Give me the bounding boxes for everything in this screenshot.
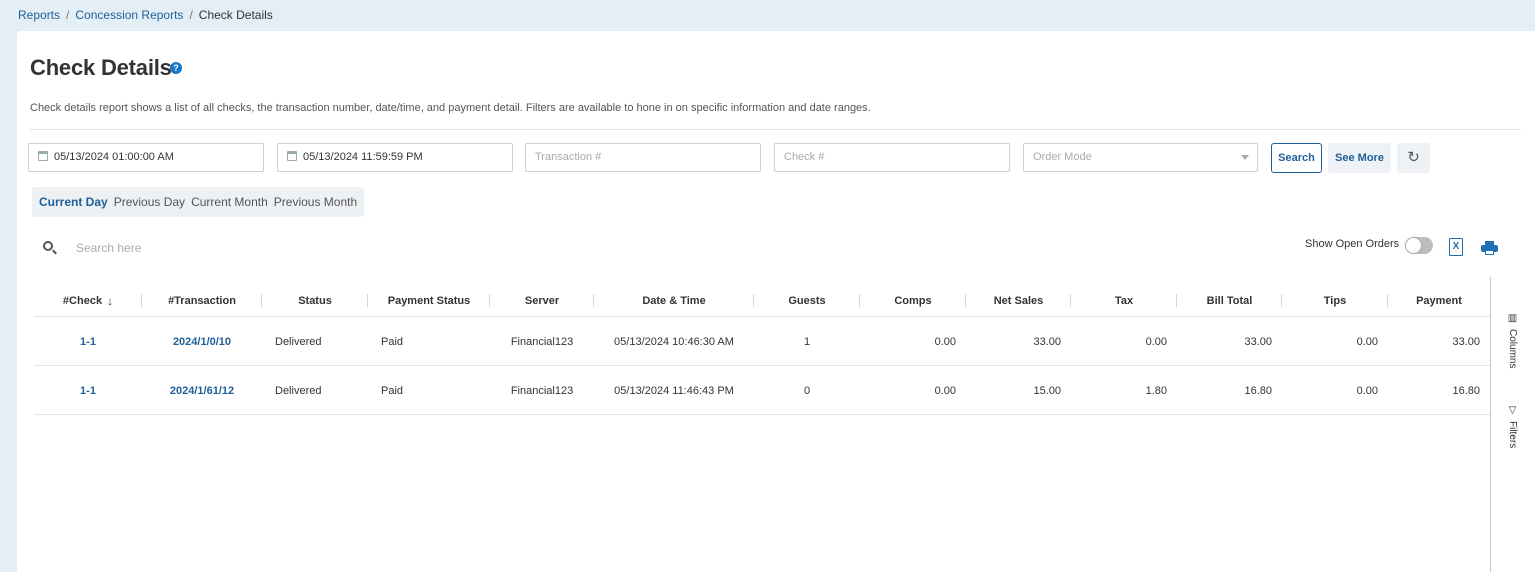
show-open-orders-label: Show Open Orders bbox=[1305, 238, 1400, 250]
guests-cell: 1 bbox=[803, 335, 811, 348]
payment-cell: 16.80 bbox=[1452, 384, 1480, 397]
breadcrumb-concession-reports[interactable]: Concession Reports bbox=[75, 8, 183, 22]
filters-panel-tab[interactable]: ▽ Filters bbox=[1507, 405, 1518, 448]
table-row[interactable]: 1-1 2024/1/61/12 Delivered Paid Financia… bbox=[34, 367, 1490, 415]
filter-icon: ▽ bbox=[1507, 405, 1518, 416]
tips-cell: 0.00 bbox=[1356, 335, 1378, 348]
print-icon[interactable] bbox=[1481, 241, 1498, 255]
page-title: Check Details bbox=[30, 55, 172, 80]
refresh-icon: ↻ bbox=[1407, 149, 1420, 166]
table-row[interactable]: 1-1 2024/1/0/10 Delivered Paid Financial… bbox=[34, 318, 1490, 366]
bill-total-cell: 16.80 bbox=[1244, 384, 1272, 397]
see-more-button[interactable]: See More bbox=[1328, 143, 1391, 173]
breadcrumb-current: Check Details bbox=[198, 8, 273, 22]
breadcrumb-reports[interactable]: Reports bbox=[18, 8, 60, 22]
search-button[interactable]: Search bbox=[1271, 143, 1322, 173]
tab-current-day[interactable]: Current Day bbox=[36, 187, 111, 217]
bill-total-cell: 33.00 bbox=[1244, 335, 1272, 348]
payment-cell: 33.00 bbox=[1452, 335, 1480, 348]
breadcrumb: Reports / Concession Reports / Check Details bbox=[18, 8, 273, 22]
column-header-date-time[interactable]: Date & Time bbox=[594, 285, 754, 316]
column-header-guests[interactable]: Guests bbox=[754, 285, 860, 316]
quick-range-tabs: Current Day Previous Day Current Month P… bbox=[32, 187, 365, 217]
divider bbox=[30, 129, 1521, 130]
net-sales-cell: 33.00 bbox=[1033, 335, 1061, 348]
date-time-cell: 05/13/2024 10:46:30 AM bbox=[614, 335, 734, 348]
tab-current-month[interactable]: Current Month bbox=[188, 187, 271, 217]
column-header-comps[interactable]: Comps bbox=[860, 285, 966, 316]
calendar-icon bbox=[287, 151, 297, 161]
column-header-transaction[interactable]: #Transaction bbox=[142, 285, 262, 316]
start-date-field[interactable]: 05/13/2024 01:00:00 AM bbox=[28, 143, 264, 172]
arrow-down-icon: ↓ bbox=[107, 293, 114, 308]
question-circle-icon[interactable]: ? bbox=[170, 62, 182, 74]
column-header-tips[interactable]: Tips bbox=[1282, 285, 1388, 316]
start-date-value: 05/13/2024 01:00:00 AM bbox=[54, 151, 174, 163]
status-cell: Delivered bbox=[275, 384, 322, 397]
side-tool-panel: ▥ Columns ▽ Filters bbox=[1490, 277, 1535, 572]
tips-cell: 0.00 bbox=[1356, 384, 1378, 397]
page-description: Check details report shows a list of all… bbox=[30, 102, 871, 114]
calendar-icon bbox=[38, 151, 48, 161]
date-time-cell: 05/13/2024 11:46:43 PM bbox=[614, 384, 734, 397]
comps-cell: 0.00 bbox=[934, 335, 956, 348]
show-open-orders-toggle[interactable] bbox=[1405, 237, 1433, 254]
net-sales-cell: 15.00 bbox=[1033, 384, 1061, 397]
server-cell: Financial123 bbox=[510, 384, 574, 397]
comps-cell: 0.00 bbox=[934, 384, 956, 397]
check-number-link[interactable]: 1-1 bbox=[34, 367, 142, 414]
chevron-down-icon bbox=[1241, 155, 1249, 160]
column-header-tax[interactable]: Tax bbox=[1071, 285, 1177, 316]
tab-previous-month[interactable]: Previous Month bbox=[271, 187, 360, 217]
end-date-field[interactable]: 05/13/2024 11:59:59 PM bbox=[277, 143, 513, 172]
column-header-net-sales[interactable]: Net Sales bbox=[966, 285, 1071, 316]
transaction-input[interactable]: Transaction # bbox=[525, 143, 761, 172]
columns-tab-label: Columns bbox=[1507, 329, 1518, 369]
check-number-link[interactable]: 1-1 bbox=[34, 318, 142, 365]
column-header-payment[interactable]: Payment bbox=[1388, 285, 1490, 316]
reset-button[interactable]: ↻ bbox=[1397, 143, 1430, 173]
column-header-payment-status[interactable]: Payment Status bbox=[368, 285, 490, 316]
breadcrumb-separator: / bbox=[66, 8, 70, 22]
search-icon bbox=[43, 241, 53, 251]
transaction-link[interactable]: 2024/1/0/10 bbox=[142, 318, 262, 365]
breadcrumb-separator: / bbox=[189, 8, 193, 22]
payment-status-cell: Paid bbox=[381, 384, 404, 397]
order-mode-select[interactable]: Order Mode bbox=[1023, 143, 1258, 172]
check-input[interactable]: Check # bbox=[774, 143, 1010, 172]
tab-previous-day[interactable]: Previous Day bbox=[111, 187, 188, 217]
end-date-value: 05/13/2024 11:59:59 PM bbox=[303, 151, 423, 163]
columns-panel-tab[interactable]: ▥ Columns bbox=[1507, 313, 1518, 368]
report-card: Check Details ? Check details report sho… bbox=[17, 31, 1535, 572]
excel-export-icon[interactable]: X bbox=[1449, 238, 1463, 256]
payment-status-cell: Paid bbox=[381, 335, 404, 348]
server-cell: Financial123 bbox=[510, 335, 574, 348]
columns-icon: ▥ bbox=[1507, 313, 1518, 324]
transaction-link[interactable]: 2024/1/61/12 bbox=[142, 367, 262, 414]
table-search-input[interactable]: Search here bbox=[76, 241, 141, 255]
tax-cell: 1.80 bbox=[1145, 384, 1167, 397]
column-header-check[interactable]: #Check ↓ bbox=[34, 285, 142, 316]
table-header-row: #Check ↓ #Transaction Status Payment Stat… bbox=[34, 285, 1490, 317]
status-cell: Delivered bbox=[275, 335, 322, 348]
column-header-server[interactable]: Server bbox=[490, 285, 594, 316]
filters-tab-label: Filters bbox=[1507, 421, 1518, 449]
tax-cell: 0.00 bbox=[1145, 335, 1167, 348]
guests-cell: 0 bbox=[803, 384, 811, 397]
column-header-bill-total[interactable]: Bill Total bbox=[1177, 285, 1282, 316]
order-mode-placeholder: Order Mode bbox=[1033, 151, 1092, 163]
column-header-status[interactable]: Status bbox=[262, 285, 368, 316]
